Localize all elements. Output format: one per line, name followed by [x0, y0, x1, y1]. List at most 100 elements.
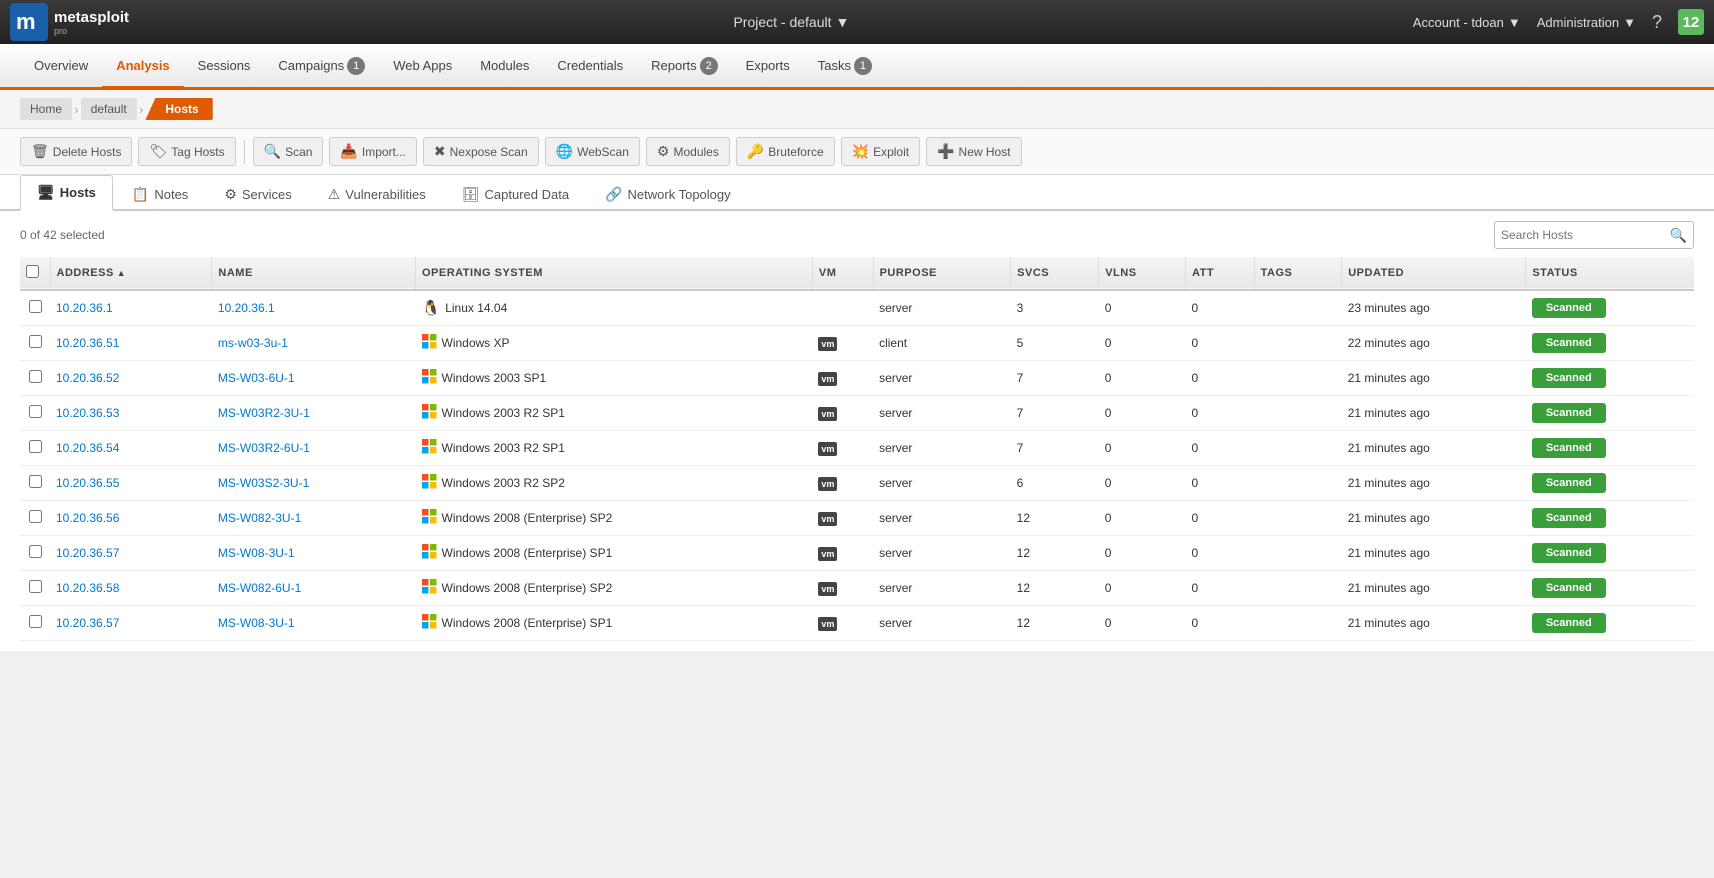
host-name-link[interactable]: MS-W03R2-3U-1: [218, 406, 310, 420]
breadcrumb-sep1: ›: [74, 101, 79, 117]
host-name-link[interactable]: MS-W03S2-3U-1: [218, 476, 309, 490]
col-address[interactable]: ADDRESS: [50, 257, 212, 290]
col-vm[interactable]: VM: [812, 257, 873, 290]
project-selector[interactable]: Project - default ▼: [180, 14, 1403, 30]
windows-icon: [422, 404, 437, 423]
import-button[interactable]: 📥 Import...: [329, 137, 416, 166]
row-checkbox[interactable]: [29, 475, 42, 488]
host-address-link[interactable]: 10.20.36.57: [56, 616, 119, 630]
administration-chevron-icon: ▼: [1623, 15, 1636, 30]
host-att: 0: [1185, 326, 1254, 361]
notes-tab-icon: 📋: [132, 186, 149, 203]
exploit-button[interactable]: 💥 Exploit: [841, 137, 920, 166]
status-badge: Scanned: [1532, 368, 1606, 388]
host-address-link[interactable]: 10.20.36.58: [56, 581, 119, 595]
host-address-link[interactable]: 10.20.36.52: [56, 371, 119, 385]
select-all-checkbox[interactable]: [26, 265, 39, 278]
col-os[interactable]: OPERATING SYSTEM: [416, 257, 813, 290]
host-tags: [1254, 571, 1342, 606]
status-badge: Scanned: [1532, 333, 1606, 353]
host-name-link[interactable]: MS-W082-6U-1: [218, 581, 301, 595]
row-checkbox[interactable]: [29, 335, 42, 348]
nav-sessions[interactable]: Sessions: [184, 46, 265, 89]
nexpose-scan-button[interactable]: ✖ Nexpose Scan: [423, 137, 539, 166]
host-address-link[interactable]: 10.20.36.1: [56, 301, 113, 315]
vm-badge: vm: [818, 442, 837, 456]
windows-icon: [422, 369, 437, 388]
toolbar: 🗑 Delete Hosts 🏷 Tag Hosts 🔍 Scan 📥 Impo…: [0, 129, 1714, 175]
search-input[interactable]: [1501, 228, 1670, 242]
webscan-button[interactable]: 🌐 WebScan: [545, 137, 640, 166]
nav-campaigns[interactable]: Campaigns 1: [264, 46, 379, 89]
new-host-button[interactable]: ➕ New Host: [926, 137, 1021, 166]
help-button[interactable]: ?: [1652, 12, 1662, 33]
nav-tasks[interactable]: Tasks 1: [804, 46, 886, 89]
vm-badge: vm: [818, 372, 837, 386]
os-name: Windows 2003 SP1: [442, 371, 547, 385]
nav-reports[interactable]: Reports 2: [637, 46, 732, 89]
host-address-link[interactable]: 10.20.36.57: [56, 546, 119, 560]
windows-icon: [422, 439, 437, 458]
breadcrumb-home[interactable]: Home: [20, 98, 72, 120]
host-purpose: server: [873, 290, 1011, 326]
breadcrumb-default[interactable]: default: [81, 98, 137, 120]
col-tags[interactable]: TAGS: [1254, 257, 1342, 290]
host-name-link[interactable]: MS-W08-3U-1: [218, 616, 295, 630]
nexpose-scan-label: Nexpose Scan: [450, 145, 528, 159]
host-vlns: 0: [1099, 536, 1186, 571]
nav-exports[interactable]: Exports: [732, 46, 804, 89]
row-checkbox[interactable]: [29, 510, 42, 523]
host-address-link[interactable]: 10.20.36.51: [56, 336, 119, 350]
col-updated[interactable]: UPDATED: [1342, 257, 1526, 290]
host-att: 0: [1185, 466, 1254, 501]
nav-webapps[interactable]: Web Apps: [379, 46, 466, 89]
row-checkbox[interactable]: [29, 615, 42, 628]
scan-button[interactable]: 🔍 Scan: [253, 137, 324, 166]
nav-credentials[interactable]: Credentials: [543, 46, 637, 89]
row-checkbox[interactable]: [29, 440, 42, 453]
modules-button[interactable]: ⚙ Modules: [646, 137, 730, 166]
delete-hosts-button[interactable]: 🗑 Delete Hosts: [20, 137, 132, 166]
col-vlns[interactable]: VLNS: [1099, 257, 1186, 290]
tab-notes[interactable]: 📋 Notes: [115, 177, 205, 211]
nav-analysis[interactable]: Analysis: [102, 46, 183, 89]
account-dropdown[interactable]: Account - tdoan ▼: [1413, 15, 1521, 30]
tab-services[interactable]: ⚙ Services: [207, 177, 308, 211]
row-checkbox[interactable]: [29, 545, 42, 558]
host-address-link[interactable]: 10.20.36.55: [56, 476, 119, 490]
col-status[interactable]: STATUS: [1526, 257, 1694, 290]
host-address-link[interactable]: 10.20.36.56: [56, 511, 119, 525]
nav-overview[interactable]: Overview: [20, 46, 102, 89]
project-dropdown[interactable]: Project - default ▼: [733, 14, 849, 30]
host-updated: 21 minutes ago: [1342, 396, 1526, 431]
bruteforce-button[interactable]: 🔑 Bruteforce: [736, 137, 835, 166]
nav-modules[interactable]: Modules: [466, 46, 543, 89]
row-checkbox[interactable]: [29, 580, 42, 593]
search-button[interactable]: 🔍: [1670, 227, 1687, 244]
col-purpose[interactable]: PURPOSE: [873, 257, 1011, 290]
col-name[interactable]: NAME: [212, 257, 416, 290]
tab-hosts[interactable]: 🖥 Hosts: [20, 175, 113, 211]
host-name-link[interactable]: MS-W03-6U-1: [218, 371, 295, 385]
tab-network-topology[interactable]: 🔗 Network Topology: [588, 177, 748, 211]
windows-icon: [422, 474, 437, 493]
tab-vulnerabilities[interactable]: ⚠ Vulnerabilities: [311, 177, 443, 211]
row-checkbox[interactable]: [29, 300, 42, 313]
host-tags: [1254, 536, 1342, 571]
tab-captured-data[interactable]: 🗄 Captured Data: [445, 177, 586, 211]
tag-hosts-button[interactable]: 🏷 Tag Hosts: [138, 137, 235, 166]
administration-dropdown[interactable]: Administration ▼: [1537, 15, 1636, 30]
row-checkbox[interactable]: [29, 370, 42, 383]
host-address-link[interactable]: 10.20.36.53: [56, 406, 119, 420]
host-address-link[interactable]: 10.20.36.54: [56, 441, 119, 455]
col-svcs[interactable]: SVCS: [1011, 257, 1099, 290]
row-checkbox[interactable]: [29, 405, 42, 418]
host-name-link[interactable]: MS-W082-3U-1: [218, 511, 301, 525]
trash-icon: 🗑: [31, 143, 49, 160]
notification-badge[interactable]: 12: [1678, 9, 1704, 35]
host-name-link[interactable]: ms-w03-3u-1: [218, 336, 288, 350]
host-name-link[interactable]: MS-W03R2-6U-1: [218, 441, 310, 455]
col-att[interactable]: ATT: [1185, 257, 1254, 290]
host-name-link[interactable]: MS-W08-3U-1: [218, 546, 295, 560]
host-name-link[interactable]: 10.20.36.1: [218, 301, 275, 315]
